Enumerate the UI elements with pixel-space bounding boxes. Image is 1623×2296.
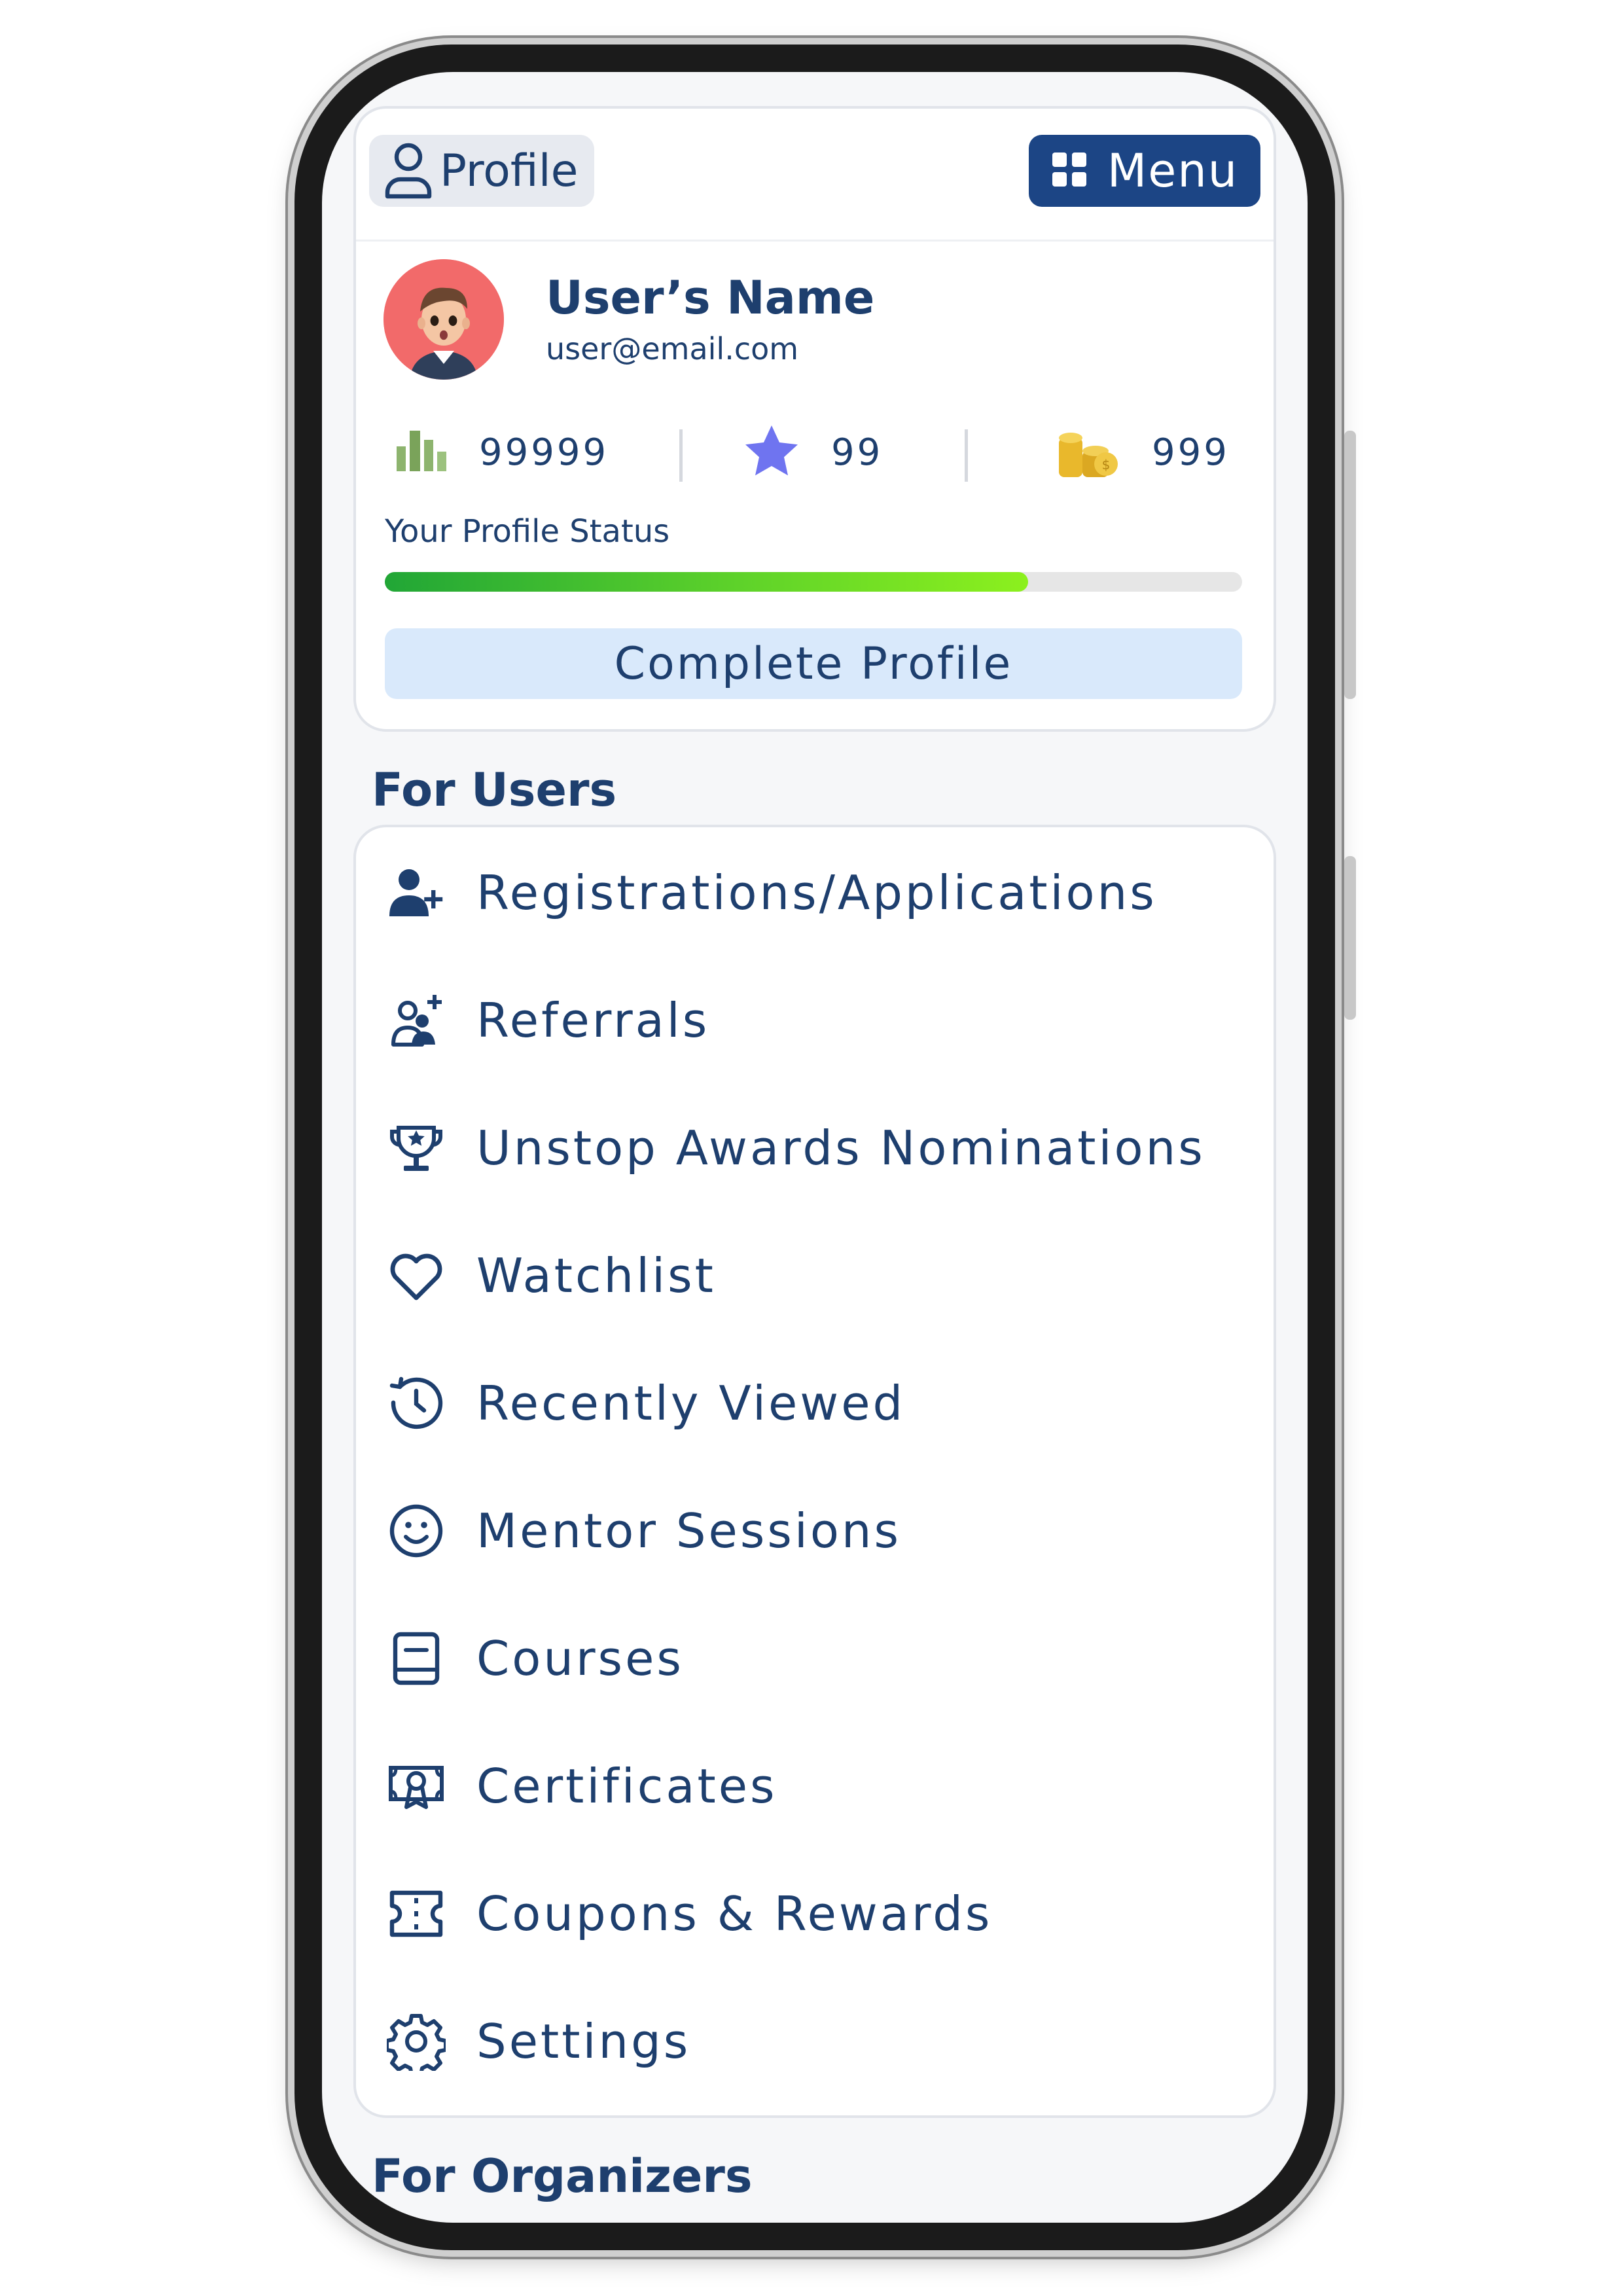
menu-item-recently-viewed[interactable]: Recently Viewed bbox=[356, 1351, 1274, 1456]
menu-item-referrals[interactable]: Referrals bbox=[356, 968, 1274, 1073]
stat-divider bbox=[965, 429, 968, 482]
smiley-icon bbox=[383, 1498, 449, 1564]
section-title-for-organizers: For Organizers bbox=[372, 2149, 753, 2203]
rank-stat[interactable]: 99999 bbox=[394, 416, 609, 488]
menu-item-label: Coupons & Rewards bbox=[476, 1886, 993, 1941]
screen: Profile Menu User’s Name user@email.com … bbox=[322, 72, 1308, 2223]
user-name: User’s Name bbox=[546, 271, 875, 325]
menu-item-label: Referrals bbox=[476, 993, 710, 1048]
section-title-for-users: For Users bbox=[372, 763, 617, 817]
profile-progress-bar bbox=[385, 572, 1242, 592]
menu-item-label: Courses bbox=[476, 1631, 684, 1686]
coins-value: 999 bbox=[1152, 431, 1230, 474]
users-menu-list: Registrations/Applications Referrals Uns… bbox=[353, 825, 1276, 2118]
star-icon bbox=[742, 423, 801, 482]
profile-tab[interactable]: Profile bbox=[369, 135, 594, 207]
menu-item-label: Recently Viewed bbox=[476, 1376, 906, 1431]
profile-progress-fill bbox=[385, 572, 1028, 592]
book-icon bbox=[383, 1626, 449, 1691]
history-clock-icon bbox=[383, 1371, 449, 1436]
menu-item-label: Mentor Sessions bbox=[476, 1503, 902, 1558]
trophy-star-icon bbox=[383, 1115, 449, 1181]
volume-button bbox=[1344, 431, 1356, 699]
profile-tab-label: Profile bbox=[440, 145, 579, 197]
referral-icon bbox=[383, 988, 449, 1053]
header-bar: Profile Menu bbox=[356, 109, 1274, 242]
user-icon bbox=[382, 140, 435, 202]
menu-item-mentor-sessions[interactable]: Mentor Sessions bbox=[356, 1479, 1274, 1583]
stats-row: 99999 99 $ 999 bbox=[356, 416, 1274, 488]
certificate-icon bbox=[383, 1753, 449, 1819]
menu-item-label: Watchlist bbox=[476, 1248, 716, 1303]
heart-icon bbox=[383, 1243, 449, 1308]
user-add-icon bbox=[383, 860, 449, 925]
bar-chart-icon bbox=[394, 428, 449, 476]
profile-card: Profile Menu User’s Name user@email.com … bbox=[353, 106, 1276, 732]
stars-value: 99 bbox=[831, 431, 883, 474]
user-email: user@email.com bbox=[546, 331, 799, 367]
menu-item-label: Unstop Awards Nominations bbox=[476, 1121, 1205, 1175]
menu-item-unstop-awards[interactable]: Unstop Awards Nominations bbox=[356, 1096, 1274, 1200]
stat-divider bbox=[679, 429, 683, 482]
menu-button[interactable]: Menu bbox=[1029, 135, 1260, 207]
avatar[interactable] bbox=[383, 259, 504, 380]
menu-item-watchlist[interactable]: Watchlist bbox=[356, 1223, 1274, 1328]
menu-item-certificates[interactable]: Certificates bbox=[356, 1734, 1274, 1839]
menu-item-registrations[interactable]: Registrations/Applications bbox=[356, 840, 1274, 945]
grid-icon bbox=[1051, 151, 1088, 190]
complete-profile-button[interactable]: Complete Profile bbox=[385, 628, 1242, 699]
phone-frame: Profile Menu User’s Name user@email.com … bbox=[294, 45, 1356, 2250]
coupon-icon bbox=[383, 1881, 449, 1946]
menu-item-coupons-rewards[interactable]: Coupons & Rewards bbox=[356, 1861, 1274, 1966]
coins-icon: $ bbox=[1054, 420, 1122, 485]
svg-text:$: $ bbox=[1102, 457, 1111, 473]
menu-item-label: Settings bbox=[476, 2014, 691, 2069]
menu-item-label: Certificates bbox=[476, 1759, 777, 1814]
menu-item-courses[interactable]: Courses bbox=[356, 1606, 1274, 1711]
gear-icon bbox=[383, 2009, 449, 2074]
coins-stat[interactable]: $ 999 bbox=[1054, 416, 1230, 488]
stars-stat[interactable]: 99 bbox=[742, 416, 883, 488]
menu-item-settings[interactable]: Settings bbox=[356, 1989, 1274, 2094]
rank-value: 99999 bbox=[479, 431, 609, 474]
profile-status-label: Your Profile Status bbox=[385, 513, 670, 550]
menu-button-label: Menu bbox=[1107, 144, 1239, 198]
power-button bbox=[1344, 856, 1356, 1020]
menu-item-label: Registrations/Applications bbox=[476, 865, 1157, 920]
